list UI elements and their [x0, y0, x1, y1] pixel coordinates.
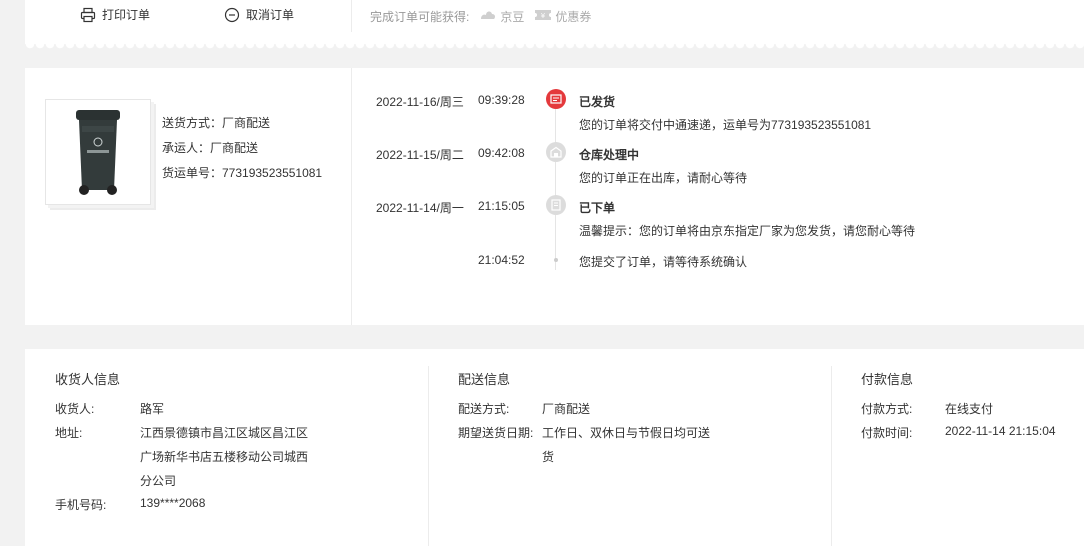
address-label: 地址: [55, 426, 83, 440]
divider [351, 0, 352, 32]
address-line: 江西景德镇市昌江区城区昌江区 [140, 426, 309, 440]
phone-number: 139****2068 [140, 496, 206, 510]
delivery-title: 配送信息 [458, 372, 511, 387]
zigzag-edge [25, 44, 1084, 50]
printer-icon [80, 7, 96, 23]
cancel-order-button[interactable]: 取消订单 [224, 6, 294, 23]
product-thumbnail[interactable] [45, 99, 151, 205]
timeline-time: 21:04:52 [478, 253, 525, 267]
coupon-reward: ¥ 优惠券 [534, 8, 591, 25]
order-placed-icon [546, 195, 566, 215]
warehouse-icon [546, 142, 566, 162]
timeline-status: 已发货 [579, 95, 616, 109]
delivery-date-line: 货 [542, 450, 555, 464]
address-line: 分公司 [140, 474, 177, 488]
tracking-number: 货运单号：773193523551081 [162, 166, 323, 180]
timeline-desc: 您提交了订单，请等待系统确认 [579, 255, 748, 269]
order-info-panel: 收货人信息 收货人: 路军 地址: 江西景德镇市昌江区城区昌江区 广场新华书店五… [25, 349, 1084, 546]
minus-circle-icon [224, 7, 240, 23]
timeline-connector [555, 162, 556, 199]
carrier: 承运人：厂商配送 [162, 141, 259, 155]
coupon-icon: ¥ [534, 8, 552, 25]
timeline-date: 2022-11-16/周三 [376, 95, 464, 109]
consignee-name: 路军 [140, 402, 165, 416]
shipment-panel: 送货方式：厂商配送 承运人：厂商配送 货运单号：773193523551081 … [25, 68, 1084, 325]
divider [351, 68, 352, 325]
delivery-method-label: 配送方式: [458, 402, 510, 416]
divider [428, 366, 429, 546]
timeline-connector [555, 109, 556, 146]
timeline-desc: 您的订单正在出库，请耐心等待 [579, 171, 748, 185]
svg-text:¥: ¥ [541, 12, 546, 20]
timeline-date: 2022-11-15/周二 [376, 148, 464, 162]
order-rewards: 完成订单可能获得: 京豆 ¥ 优惠券 [370, 8, 591, 25]
coupon-label: 优惠券 [555, 10, 592, 24]
order-actions-bar: 打印订单 取消订单 完成订单可能获得: 京豆 ¥ 优惠券 [25, 0, 1084, 50]
jingdou-reward: 京豆 [479, 8, 524, 25]
timeline-time: 09:42:08 [478, 146, 525, 160]
timeline-date: 2022-11-14/周一 [376, 201, 464, 215]
address-line: 广场新华书店五楼移动公司城西 [140, 450, 309, 464]
cancel-order-label: 取消订单 [246, 8, 295, 22]
jingdou-label: 京豆 [500, 10, 525, 24]
payment-method: 在线支付 [945, 402, 994, 416]
consignee-name-label: 收货人: [55, 402, 95, 416]
timeline-desc: 温馨提示：您的订单将由京东指定厂家为您发货，请您耐心等待 [579, 224, 916, 238]
payment-time: 2022-11-14 21:15:04 [945, 424, 1056, 438]
payment-time-label: 付款时间: [861, 426, 913, 440]
shipped-icon [546, 89, 566, 109]
print-order-button[interactable]: 打印订单 [80, 6, 150, 23]
timeline-time: 09:39:28 [478, 93, 525, 107]
jingdou-icon [479, 8, 497, 25]
payment-title: 付款信息 [861, 372, 914, 387]
payment-method-label: 付款方式: [861, 402, 913, 416]
delivery-method: 厂商配送 [542, 402, 591, 416]
print-order-label: 打印订单 [102, 8, 151, 22]
rewards-prefix: 完成订单可能获得: [370, 10, 470, 24]
phone-label: 手机号码: [55, 498, 107, 512]
delivery-date-label: 期望送货日期: [458, 426, 534, 440]
trash-bin-image [76, 110, 120, 195]
consignee-title: 收货人信息 [55, 372, 121, 387]
timeline-desc: 您的订单将交付中通速递，运单号为773193523551081 [579, 118, 872, 132]
timeline-status: 已下单 [579, 201, 616, 215]
divider [831, 366, 832, 546]
delivery-date-line: 工作日、双休日与节假日均可送 [542, 426, 711, 440]
timeline-time: 21:15:05 [478, 199, 525, 213]
timeline-dot [554, 258, 558, 262]
timeline-status: 仓库处理中 [579, 148, 640, 162]
shipping-method: 送货方式：厂商配送 [162, 116, 271, 130]
